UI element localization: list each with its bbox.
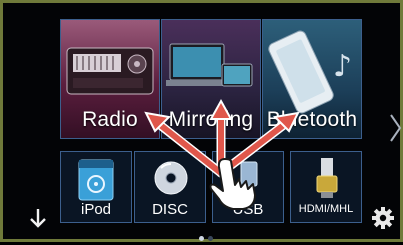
source-tile-disc[interactable]: DISC: [134, 151, 206, 223]
page-dot-active: [199, 236, 204, 241]
usb-icon: [240, 161, 258, 194]
source-tile-mirroring[interactable]: Mirroring: [161, 19, 261, 139]
source-tile-usb-label: USB: [232, 201, 264, 218]
source-tile-ipod[interactable]: iPod: [60, 151, 132, 223]
page-indicator: [199, 236, 219, 242]
source-tile-hdmi-mhl[interactable]: HDMI/MHL: [290, 151, 362, 223]
source-tile-radio[interactable]: Radio: [60, 19, 160, 139]
source-select-screen: Radio Mirroring ♪ Bluetooth iPod DISC US…: [0, 0, 403, 242]
source-tile-disc-label: DISC: [152, 201, 188, 218]
source-tile-bluetooth[interactable]: ♪ Bluetooth: [262, 19, 362, 139]
source-tile-ipod-label: iPod: [80, 201, 112, 218]
source-tile-usb[interactable]: USB: [212, 151, 284, 223]
source-tile-bluetooth-label: Bluetooth: [266, 108, 358, 131]
gear-icon[interactable]: [371, 206, 395, 230]
hdmi-icon: [316, 158, 338, 198]
page-dot-inactive: [208, 236, 213, 241]
source-tile-hdmi-mhl-label: HDMI/MHL: [298, 203, 354, 215]
arrow-down-icon[interactable]: [27, 207, 49, 229]
source-tile-mirroring-label: Mirroring: [168, 108, 254, 131]
disc-icon: [154, 161, 188, 195]
ipod-icon: [78, 159, 114, 201]
source-tile-radio-label: Radio: [82, 108, 138, 131]
chevron-right-icon[interactable]: [387, 113, 403, 143]
svg-text:♪: ♪: [333, 49, 352, 84]
